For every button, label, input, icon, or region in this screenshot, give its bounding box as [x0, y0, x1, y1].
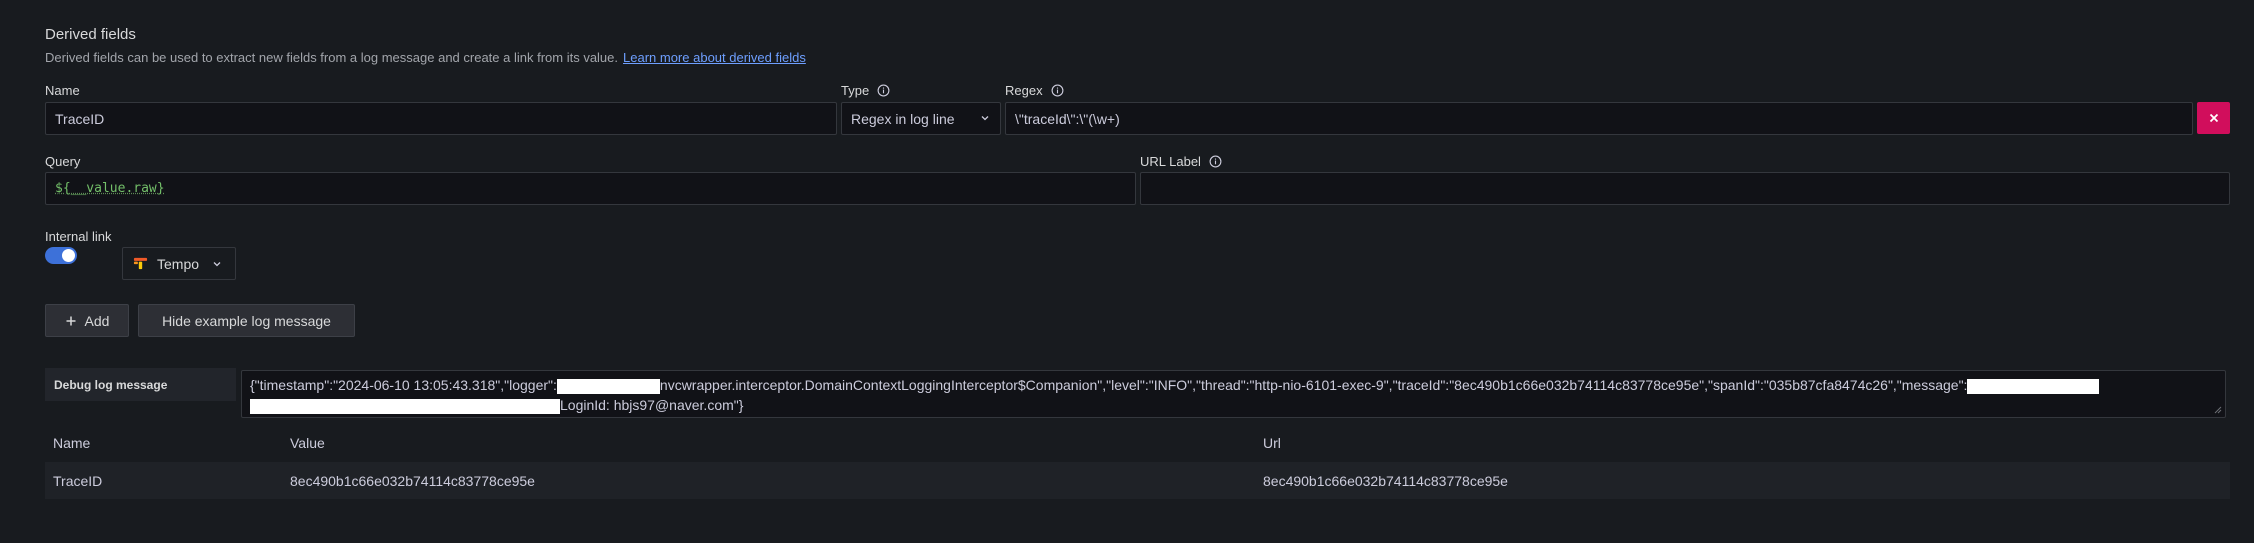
chevron-down-icon [981, 116, 989, 121]
row-value-cell: 8ec490b1c66e032b74114c83778ce95e [290, 472, 535, 489]
plus-icon [66, 316, 76, 325]
type-select-value: Regex in log line [851, 110, 955, 127]
table-header-url: Url [1263, 435, 1281, 451]
name-label: Name [45, 83, 80, 98]
table-header-value: Value [290, 435, 325, 451]
hide-example-button[interactable]: Hide example log message [138, 304, 355, 337]
tempo-logo-icon [133, 257, 148, 270]
query-input[interactable]: ${__value.raw} [45, 172, 1136, 205]
internal-link-toggle[interactable] [45, 247, 77, 264]
times-icon [2209, 113, 2218, 123]
name-input-value: TraceID [55, 110, 105, 127]
url-label-label-text: URL Label [1140, 154, 1201, 169]
remove-field-button[interactable] [2197, 102, 2230, 134]
info-circle-icon[interactable] [1051, 84, 1064, 97]
add-button-label: Add [84, 312, 110, 329]
query-label: Query [45, 154, 81, 169]
datasource-picker[interactable]: Tempo [122, 247, 236, 280]
table-header-name: Name [53, 435, 91, 451]
regex-label-text: Regex [1005, 83, 1043, 98]
chevron-down-icon [213, 261, 221, 266]
description-text: Derived fields can be used to extract ne… [45, 50, 619, 65]
row-url-cell: 8ec490b1c66e032b74114c83778ce95e [1263, 472, 1508, 489]
debug-log-textarea[interactable]: {"timestamp":"2024-06-10 13:05:43.318","… [241, 370, 2226, 418]
info-circle-icon[interactable] [877, 84, 890, 97]
add-button[interactable]: Add [45, 304, 129, 337]
table-row: TraceID 8ec490b1c66e032b74114c83778ce95e… [45, 462, 2230, 499]
redacted-block [1967, 378, 2100, 394]
section-title: Derived fields [45, 26, 136, 43]
learn-more-link[interactable]: Learn more about derived fields [623, 50, 806, 65]
toggle-knob [62, 249, 75, 262]
name-input[interactable]: TraceID [45, 102, 837, 135]
redacted-block [250, 398, 560, 414]
type-select[interactable]: Regex in log line [841, 102, 1001, 135]
url-label-label: URL Label [1140, 154, 1222, 169]
debug-log-text-1: {"timestamp":"2024-06-10 13:05:43.318","… [250, 377, 557, 393]
datasource-name: Tempo [157, 255, 200, 272]
url-label-input[interactable] [1140, 172, 2230, 205]
regex-input-value: \"traceId\":\"(\w+) [1015, 110, 1120, 127]
debug-log-text-2: nvcwrapper.interceptor.DomainContextLogg… [659, 377, 1968, 393]
resize-handle-icon[interactable] [2214, 406, 2222, 414]
type-label: Type [841, 83, 890, 98]
section-description: Derived fields can be used to extract ne… [45, 50, 806, 65]
row-name-cell: TraceID [53, 472, 103, 489]
redacted-block [556, 378, 660, 394]
regex-label: Regex [1005, 83, 1064, 98]
type-label-text: Type [841, 83, 870, 98]
debug-log-text-3: LoginId: hbjs97@naver.com"} [560, 397, 744, 413]
query-input-value: ${__value.raw} [55, 181, 165, 196]
hide-example-button-label: Hide example log message [162, 312, 331, 329]
internal-link-label: Internal link [45, 229, 112, 244]
regex-input[interactable]: \"traceId\":\"(\w+) [1005, 102, 2193, 135]
info-circle-icon[interactable] [1209, 155, 1222, 168]
debug-log-label: Debug log message [45, 368, 236, 401]
